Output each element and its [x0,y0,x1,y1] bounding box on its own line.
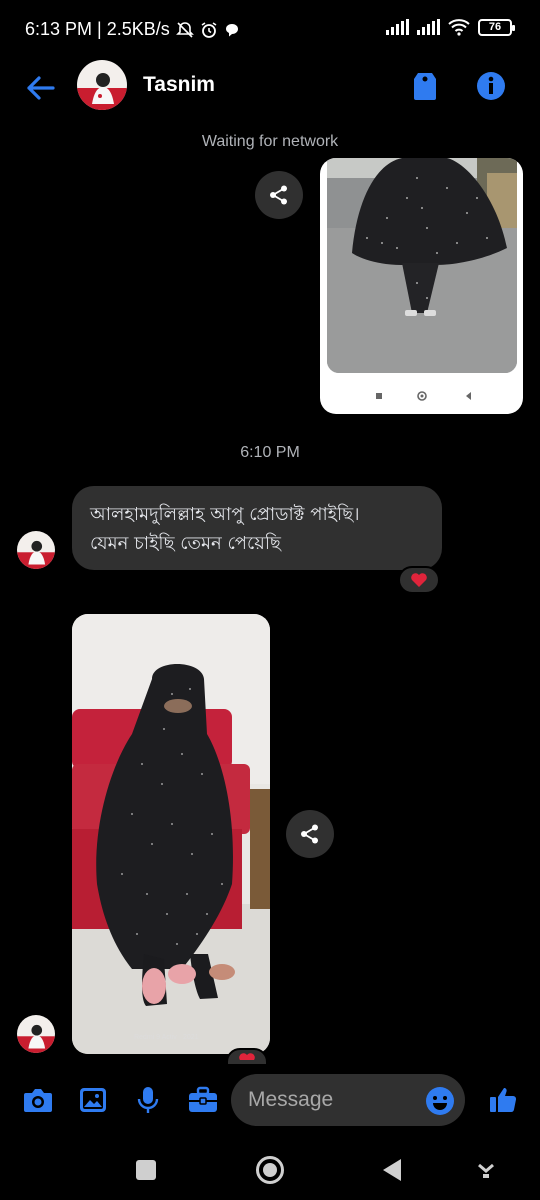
signal-icon [386,19,409,35]
battery-level: 76 [488,21,502,33]
sent-photo-attachment[interactable] [320,158,523,414]
recents-button[interactable] [128,1152,164,1188]
system-navigation-bar [0,1140,540,1200]
share-icon [270,185,287,205]
recents-square-icon [136,1160,156,1180]
hide-keyboard-button[interactable] [468,1152,504,1188]
share-button[interactable] [255,171,303,219]
mic-icon [137,1087,159,1113]
status-time-speed: 6:13 PM | 2.5KB/s [25,19,170,39]
photo-outdoor-dress [327,158,517,373]
like-button[interactable] [486,1083,520,1117]
alarm-icon [201,21,217,38]
heart-reaction-2[interactable] [226,1048,268,1066]
home-button[interactable] [252,1152,288,1188]
signal-2-icon [417,19,440,35]
back-triangle-icon [383,1159,401,1181]
chevron-down-icon [478,1163,494,1178]
briefcase-icon [189,1086,217,1112]
heart-icon [411,573,427,587]
gallery-icon [80,1088,106,1112]
back-arrow-icon[interactable] [22,70,58,106]
sender-avatar[interactable] [17,531,55,569]
status-right: 76 [386,18,515,36]
contact-name[interactable]: Tasnim [143,73,215,97]
thumbs-up-icon [490,1088,517,1113]
info-icon[interactable] [475,70,507,102]
chat-notification-icon [225,23,238,36]
mute-bell-icon [175,21,194,38]
camera-icon [24,1089,52,1112]
battery-icon: 76 [478,18,515,36]
heart-icon [239,1053,255,1060]
sender-avatar-2[interactable] [17,1015,55,1053]
wifi-icon [448,19,470,36]
status-left: 6:13 PM | 2.5KB/s [25,19,240,40]
received-message-bubble[interactable]: আলহামদুলিল্লাহ আপু প্রোডাক্ট পাইছি। যেমন… [72,486,442,570]
emoji-icon[interactable] [425,1086,455,1116]
message-text-line1: আলহামদুলিল্লাহ আপু প্রোডাক্ট পাইছি। [90,504,360,525]
gallery-button[interactable] [76,1083,110,1117]
received-photo-attachment[interactable]: Redmi 9 Activ · 2021 [72,614,270,1054]
back-system-button[interactable] [374,1152,410,1188]
chat-header: Tasnim [0,60,540,116]
business-tools-button[interactable] [186,1083,220,1117]
camera-button[interactable] [21,1083,55,1117]
home-circle-icon [256,1156,284,1184]
photo-embedded-navbar [320,386,523,406]
message-composer [0,1070,540,1130]
contact-avatar[interactable] [77,60,127,110]
status-bar: 6:13 PM | 2.5KB/s 76 [0,0,540,60]
photo-watermark: Redmi 9 Activ · 2021 [134,1034,199,1041]
share-button-2[interactable] [286,810,334,858]
message-timestamp: 6:10 PM [240,444,300,461]
tag-icon[interactable] [410,70,440,102]
message-text-line2: যেমন চাইছি তেমন পেয়েছি [90,533,281,554]
voice-button[interactable] [131,1083,165,1117]
network-status: Waiting for network [201,133,339,150]
heart-reaction[interactable] [398,566,440,594]
share-icon [301,824,318,844]
